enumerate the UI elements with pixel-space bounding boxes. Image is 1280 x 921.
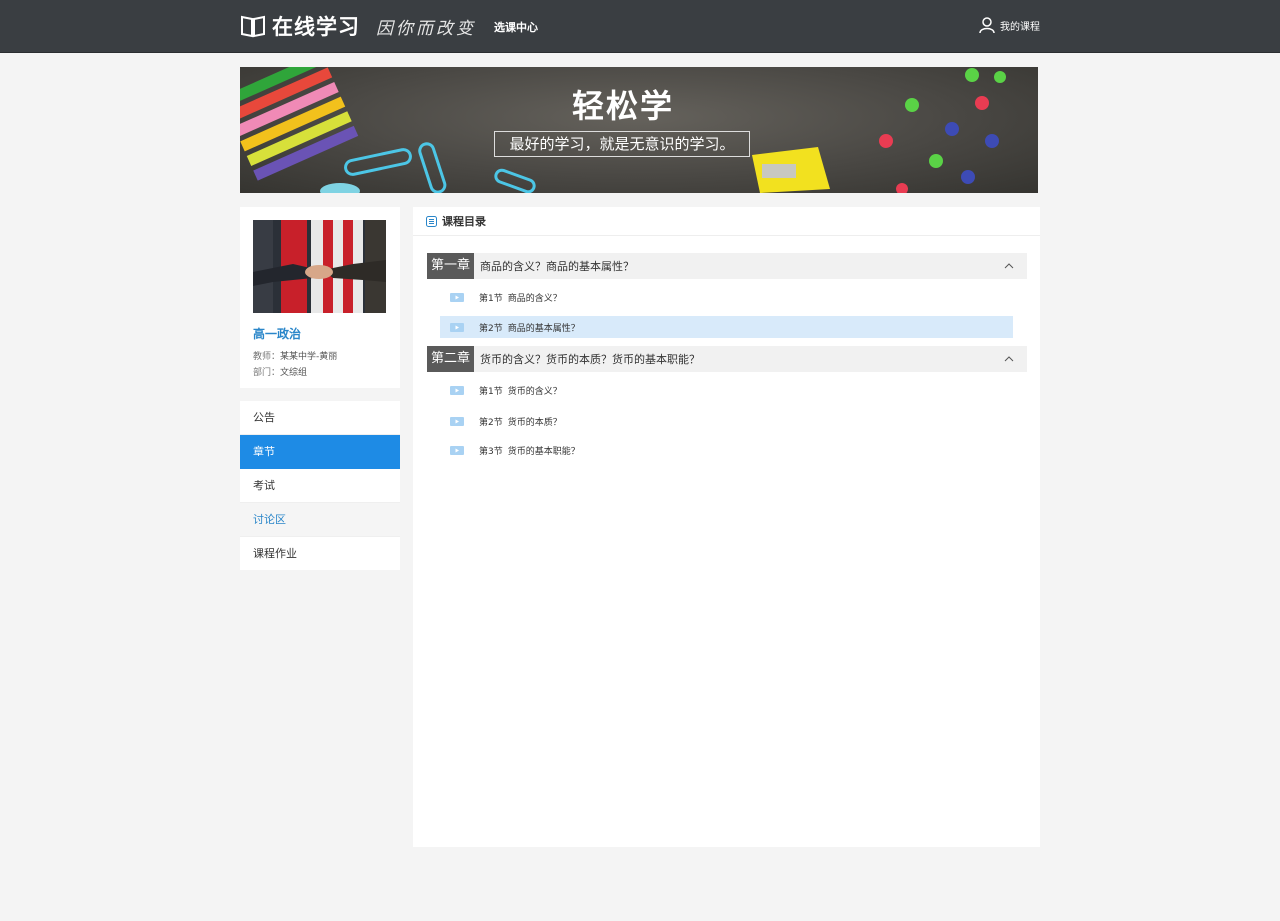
section-title: 货币的含义？ <box>507 386 562 397</box>
section-number: 第1节 <box>479 386 503 397</box>
slogan: 因你而改变 <box>376 18 476 39</box>
section-item[interactable]: 第1节 商品的含义？ <box>440 286 1013 308</box>
section-item-active[interactable]: 第2节 商品的基本属性？ <box>440 316 1013 338</box>
banner-subtitle: 最好的学习，就是无意识的学习。 <box>509 135 735 153</box>
course-catalog-panel: 课程目录 第一章 商品的含义？商品的基本属性？ 第1节 商品的含义？ 第2节 商… <box>413 207 1040 847</box>
my-course-link[interactable]: 我的课程 <box>979 17 1040 34</box>
video-play-icon <box>450 416 464 426</box>
logo-text: 在线学习 <box>272 15 360 39</box>
list-icon <box>426 215 437 227</box>
my-course-label: 我的课程 <box>1000 22 1040 33</box>
book-icon <box>241 15 265 38</box>
teacher-name: 某某中学-黄丽 <box>280 352 338 362</box>
menu-item-discussion[interactable]: 讨论区 <box>240 503 400 537</box>
course-side-menu: 公告 章节 考试 讨论区 课程作业 <box>240 401 400 570</box>
handshake-image <box>253 220 386 313</box>
section-title: 商品的基本属性？ <box>507 323 580 334</box>
department-name: 文综组 <box>280 368 308 378</box>
catalog-title: 课程目录 <box>442 215 486 228</box>
section-item[interactable]: 第2节 货币的本质？ <box>440 410 1013 432</box>
top-navigation-bar: 在线学习 因你而改变 选课中心 我的课程 <box>0 0 1280 53</box>
hero-banner: 轻松学 最好的学习，就是无意识的学习。 <box>240 67 1038 193</box>
menu-item-exam[interactable]: 考试 <box>240 469 400 503</box>
section-number: 第3节 <box>479 446 503 457</box>
banner-title: 轻松学 <box>571 87 674 125</box>
menu-item-announcement[interactable]: 公告 <box>240 401 400 435</box>
department-info: 部门：文综组 <box>253 368 308 378</box>
video-play-icon <box>450 322 464 332</box>
video-play-icon <box>450 292 464 302</box>
chapter-title: 货币的含义？货币的本质？货币的基本职能？ <box>480 353 700 366</box>
section-item[interactable]: 第3节 货币的基本职能？ <box>440 439 1013 461</box>
section-item[interactable]: 第1节 货币的含义？ <box>440 379 1013 401</box>
section-number: 第1节 <box>479 293 503 304</box>
menu-item-chapters[interactable]: 章节 <box>240 435 400 469</box>
chapter-number: 第一章 <box>427 253 474 279</box>
menu-item-homework[interactable]: 课程作业 <box>240 537 400 570</box>
catalog-header: 课程目录 <box>413 207 1040 236</box>
course-cover-image[interactable] <box>253 220 386 313</box>
chapter-title: 商品的含义？商品的基本属性？ <box>480 260 634 273</box>
site-logo[interactable]: 在线学习 因你而改变 <box>240 11 476 41</box>
nav-course-center[interactable]: 选课中心 <box>494 19 538 35</box>
chapter-number: 第二章 <box>427 346 474 372</box>
chevron-up-icon[interactable] <box>1004 354 1014 364</box>
course-info-card: 高一政治 教师：某某中学-黄丽 部门：文综组 <box>240 207 400 388</box>
chapter-1-header[interactable]: 第一章 商品的含义？商品的基本属性？ <box>427 253 1027 279</box>
section-title: 货币的本质？ <box>507 417 562 428</box>
chevron-up-icon[interactable] <box>1004 261 1014 271</box>
course-name[interactable]: 高一政治 <box>253 325 301 342</box>
chapter-2-header[interactable]: 第二章 货币的含义？货币的本质？货币的基本职能？ <box>427 346 1027 372</box>
teacher-info: 教师：某某中学-黄丽 <box>253 352 338 362</box>
banner-subtitle-box: 最好的学习，就是无意识的学习。 <box>494 131 750 157</box>
video-play-icon <box>450 385 464 395</box>
section-number: 第2节 <box>479 417 503 428</box>
video-play-icon <box>450 445 464 455</box>
user-icon <box>979 17 995 34</box>
section-title: 商品的含义？ <box>507 293 562 304</box>
section-title: 货币的基本职能？ <box>507 446 580 457</box>
section-number: 第2节 <box>479 323 503 334</box>
